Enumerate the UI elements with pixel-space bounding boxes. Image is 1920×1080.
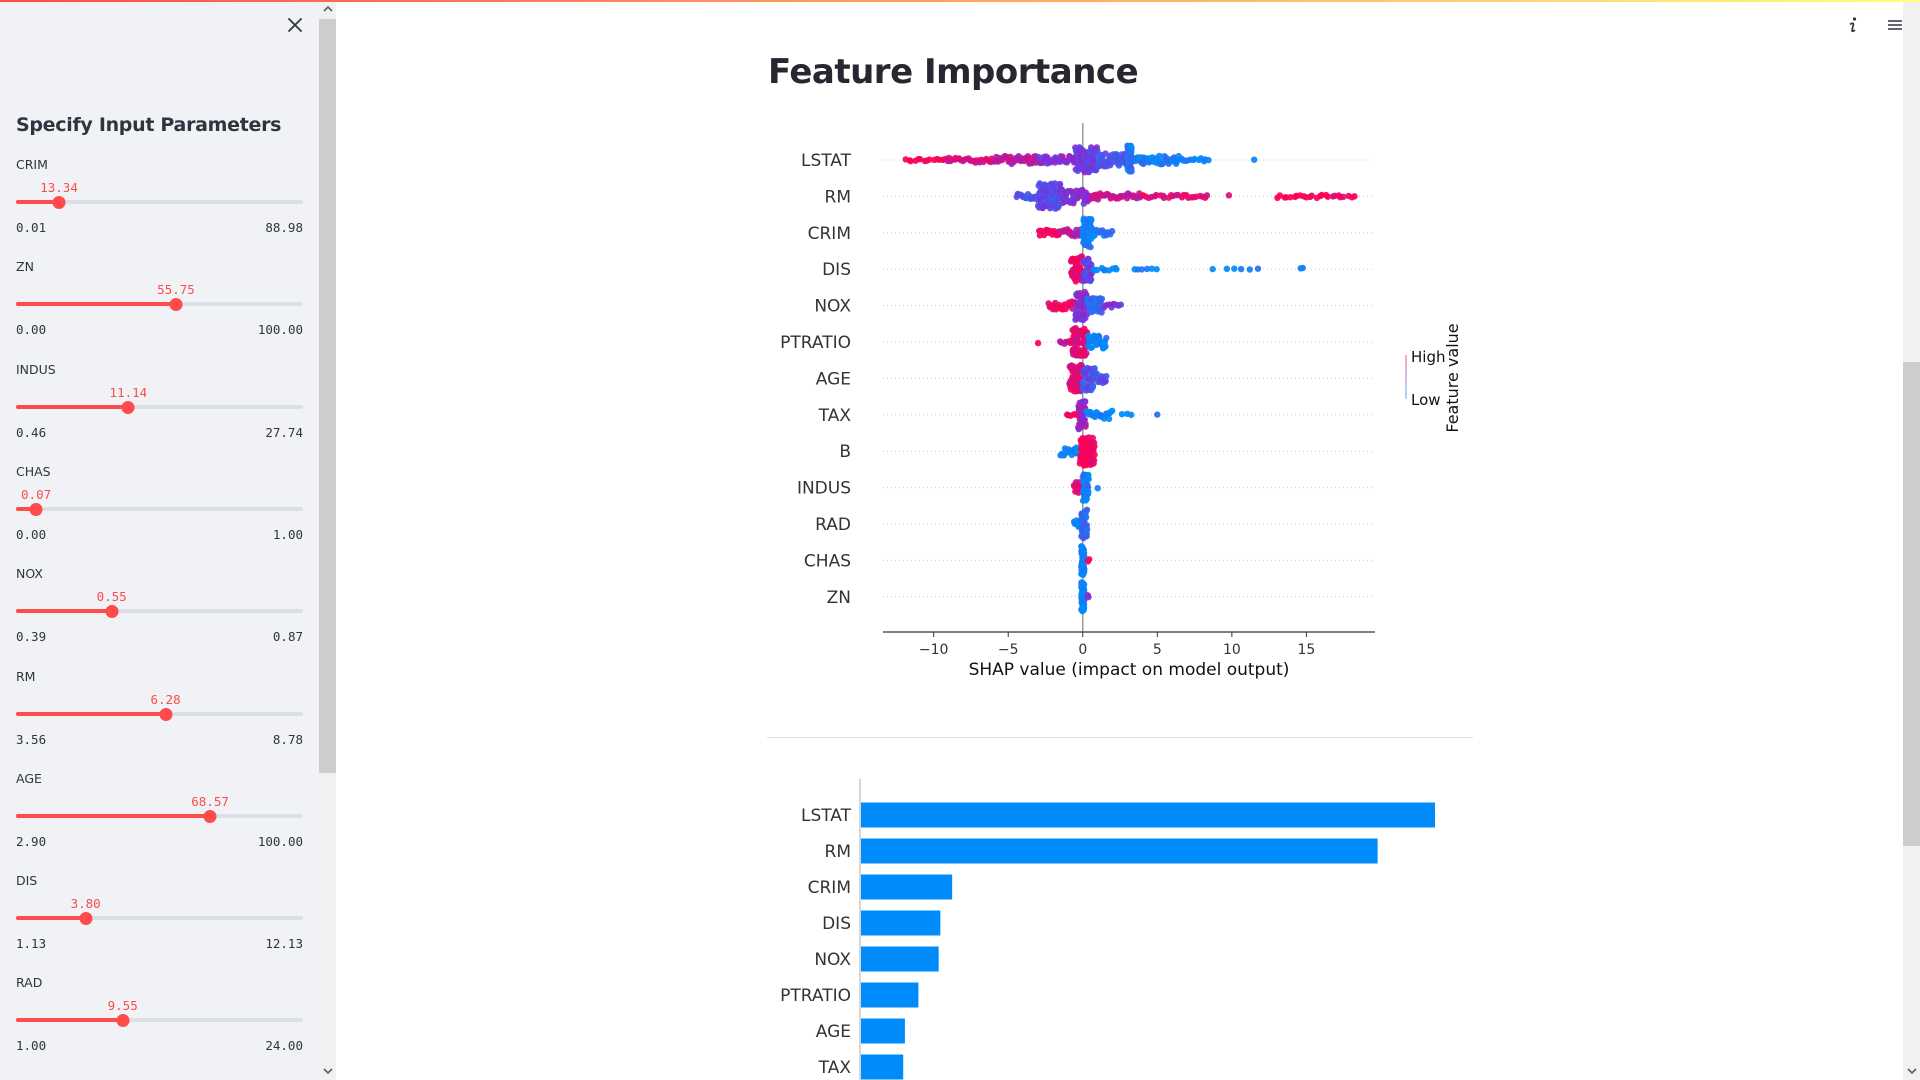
feature-label: TAX [818,406,852,426]
shap-point [1094,485,1101,492]
shap-point [1082,421,1089,428]
legend-colorbar [1405,355,1407,399]
top-decoration-bar [0,0,1920,2]
feature-label: ZN [827,588,851,608]
shap-beeswarm-chart: LSTAT RM CRIM DIS NOX PTRATIO AGE TAX B INDUS RAD C… [780,123,1462,680]
importance-bar [861,874,953,900]
shap-point [1128,168,1135,175]
shap-point [1113,266,1120,273]
bar-feature-label: LSTAT [801,806,852,826]
shap-point [1080,581,1088,588]
shap-point [1086,556,1093,563]
shap-point [1128,411,1135,418]
shap-point [1103,334,1110,342]
x-tick-label: 15 [1298,642,1316,658]
bar-feature-label: DIS [822,914,851,934]
importance-bar [861,1018,905,1044]
shap-point [1105,415,1113,422]
importance-bar [861,982,919,1008]
shap-point [1081,566,1088,573]
feature-label: AGE [816,369,851,389]
feature-label: NOX [814,297,851,317]
shap-point [1085,475,1092,483]
feature-label: RM [825,187,851,207]
x-tick-label: −10 [919,642,949,658]
shap-point [1085,593,1092,601]
shap-point [1237,265,1245,273]
section-divider [767,737,1473,738]
importance-bar [861,946,939,972]
shap-point [1091,443,1098,450]
feature-label: INDUS [797,479,851,499]
bar-feature-label: NOX [814,950,851,970]
shap-point [1080,604,1088,611]
shap-point [1153,266,1160,273]
shap-point [1034,339,1042,347]
x-tick-label: −5 [998,642,1019,658]
importance-bar [861,838,1378,864]
shap-point [1087,276,1095,283]
shap-point [1103,373,1110,380]
shap-point [1083,526,1091,533]
shap-point [1223,265,1231,272]
bar-feature-label: AGE [816,1022,851,1042]
shap-point [1203,192,1211,199]
shap-point [1209,265,1216,273]
shap-point [1082,398,1089,405]
bar-feature-label: TAX [818,1058,852,1078]
importance-bar [861,802,1435,828]
shap-point [1098,295,1106,303]
shap-point [1082,514,1090,521]
shap-point [1251,156,1258,163]
shap-point [1090,457,1098,464]
shap-bar-chart: LSTAT RM CRIM DIS NOX PTRATIO AGE TAX [780,779,1435,1080]
shap-point [1231,265,1238,272]
shap-point [1254,265,1262,272]
feature-label: B [839,442,851,462]
feature-label: LSTAT [801,151,852,171]
shap-point [1109,407,1116,414]
shap-point [1083,506,1091,513]
feature-label: RAD [815,515,851,535]
feature-label: CHAS [804,551,851,571]
shap-point [1351,193,1358,200]
shap-point [1299,264,1307,272]
shap-point [1087,243,1094,251]
importance-bar [861,1054,904,1080]
x-axis-label: SHAP value (impact on model output) [969,660,1290,680]
shap-point [1088,217,1095,224]
shap-point [1246,266,1254,273]
bar-feature-label: PTRATIO [780,986,851,1006]
x-tick-label: 5 [1153,642,1162,658]
shap-point [1108,227,1116,235]
legend-low-label: Low [1411,391,1441,409]
legend-high-label: High [1411,348,1445,366]
shap-point [1085,488,1092,495]
bar-feature-label: RM [825,842,851,862]
shap-point [1205,156,1212,164]
shap-point [1089,382,1097,389]
shap-point [1154,411,1161,418]
feature-label: PTRATIO [780,333,851,353]
importance-bar [861,910,941,936]
x-tick-label: 10 [1223,642,1241,658]
feature-label: DIS [822,260,851,280]
bar-feature-label: CRIM [808,878,851,898]
shap-point [1091,451,1098,458]
legend-title: Feature value [1443,323,1462,432]
feature-label: CRIM [808,224,851,244]
shap-point [1083,350,1090,357]
shap-point [1225,192,1233,199]
shap-point [1102,343,1109,350]
shap-point [1128,144,1135,151]
x-tick-label: 0 [1078,642,1087,658]
shap-point [1117,301,1125,308]
